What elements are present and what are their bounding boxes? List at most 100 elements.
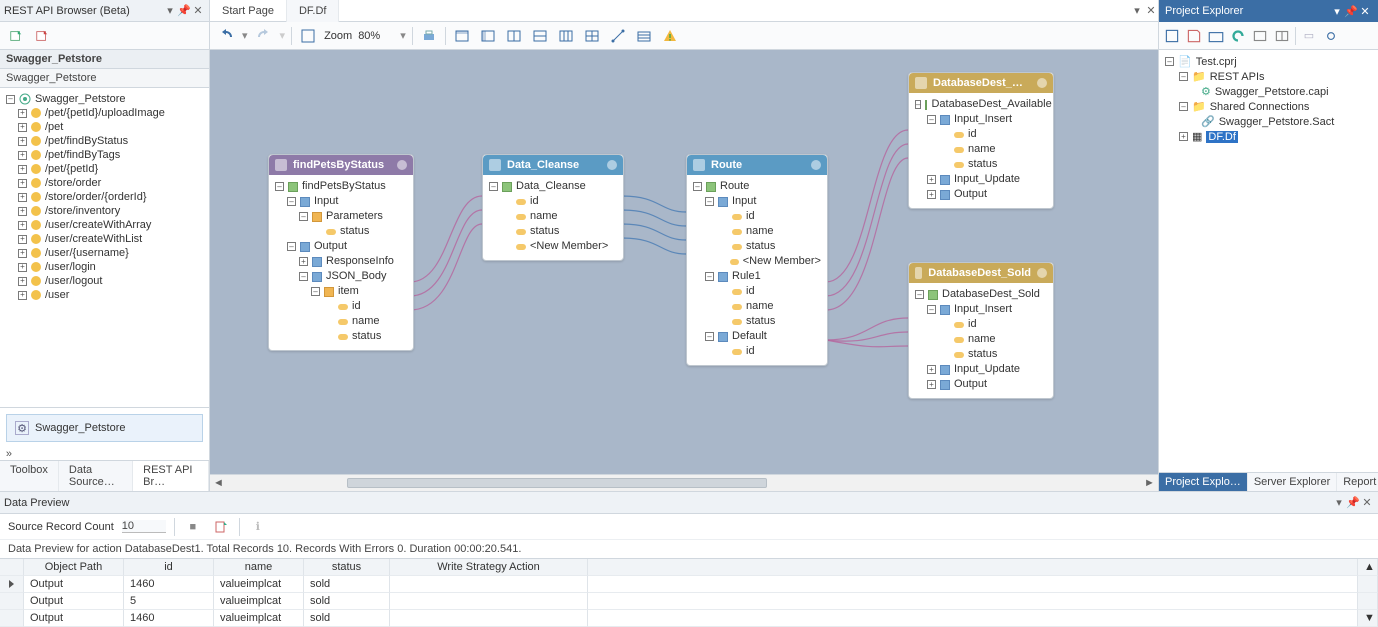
expand-icon[interactable]: –	[311, 287, 320, 296]
pin-icon[interactable]: 📌	[1344, 5, 1358, 18]
node-row[interactable]: –Data_Cleanse	[489, 179, 617, 194]
node-row[interactable]: id	[915, 127, 1047, 142]
tab-report-properties[interactable]: Report Prope…	[1337, 473, 1378, 491]
dropdown-icon[interactable]: ▾	[1332, 496, 1346, 509]
zoom-fit-button[interactable]	[298, 26, 318, 46]
cell[interactable]: Output	[24, 593, 124, 610]
node-row[interactable]: id	[915, 317, 1047, 332]
node-row[interactable]: status	[915, 347, 1047, 362]
node-menu-icon[interactable]	[1037, 268, 1047, 278]
node-row[interactable]: –Input_Insert	[915, 112, 1047, 127]
node-row[interactable]: –item	[275, 284, 407, 299]
expand-icon[interactable]: +	[18, 151, 27, 160]
expand-icon[interactable]: –	[693, 182, 702, 191]
overflow-icon[interactable]: »	[0, 448, 16, 460]
node-row[interactable]: id	[693, 284, 821, 299]
expand-icon[interactable]: –	[705, 332, 714, 341]
expand-icon[interactable]: –	[6, 95, 15, 104]
layout-4-button[interactable]	[530, 26, 550, 46]
col-name[interactable]: name	[214, 559, 304, 576]
col-status[interactable]: status	[304, 559, 390, 576]
expand-icon[interactable]: +	[18, 277, 27, 286]
layout-3-button[interactable]	[504, 26, 524, 46]
tree-endpoint[interactable]: +/user/{username}	[2, 246, 207, 260]
expand-icon[interactable]: +	[927, 365, 936, 374]
expand-icon[interactable]: +	[18, 291, 27, 300]
node-row[interactable]: name	[489, 209, 617, 224]
expand-icon[interactable]: +	[18, 109, 27, 118]
node-menu-icon[interactable]	[397, 160, 407, 170]
node-row[interactable]: –Route	[693, 179, 821, 194]
tree-endpoint[interactable]: +/user/createWithArray	[2, 218, 207, 232]
expand-icon[interactable]: –	[705, 272, 714, 281]
refresh-button[interactable]	[1229, 27, 1247, 45]
tree-endpoint[interactable]: +/store/order	[2, 176, 207, 190]
layout-6-button[interactable]	[582, 26, 602, 46]
expand-icon[interactable]: +	[18, 123, 27, 132]
node-row[interactable]: id	[275, 299, 407, 314]
view-2-button[interactable]	[1273, 27, 1291, 45]
tree-swagger-capi[interactable]: ⚙ Swagger_Petstore.capi	[1161, 84, 1376, 99]
expand-icon[interactable]: –	[927, 115, 936, 124]
zoom-value[interactable]: 80%	[358, 30, 394, 42]
cell[interactable]: sold	[304, 593, 390, 610]
node-row[interactable]: –Input_Insert	[915, 302, 1047, 317]
node-route[interactable]: Route –Route–Inputidnamestatus<New Membe…	[686, 154, 828, 366]
redo-button[interactable]	[254, 26, 274, 46]
expand-icon[interactable]: –	[299, 272, 308, 281]
tree-df-df[interactable]: + ▦ DF.Df	[1161, 129, 1376, 144]
col-write-strategy[interactable]: Write Strategy Action	[390, 559, 588, 576]
connector-button[interactable]	[608, 26, 628, 46]
tree-endpoint[interactable]: +/user/createWithList	[2, 232, 207, 246]
cell[interactable]: 1460	[124, 576, 214, 593]
node-dest-available[interactable]: DatabaseDest_Avai… –DatabaseDest_Availab…	[908, 72, 1054, 209]
expand-icon[interactable]: +	[18, 249, 27, 258]
node-row[interactable]: +Input_Update	[915, 362, 1047, 377]
cell[interactable]: 1460	[124, 610, 214, 627]
node-header[interactable]: DatabaseDest_Avai…	[909, 73, 1053, 93]
grid-scroll-down-icon[interactable]: ▼	[1358, 610, 1378, 627]
expand-icon[interactable]: –	[927, 305, 936, 314]
view-1-button[interactable]	[1251, 27, 1269, 45]
node-dest-sold[interactable]: DatabaseDest_Sold –DatabaseDest_Sold–Inp…	[908, 262, 1054, 399]
node-row[interactable]: +Output	[915, 187, 1047, 202]
expand-icon[interactable]: +	[927, 175, 936, 184]
node-row[interactable]: +Output	[915, 377, 1047, 392]
col-object-path[interactable]: Object Path	[24, 559, 124, 576]
node-row[interactable]: <New Member>	[489, 239, 617, 254]
node-menu-icon[interactable]	[811, 160, 821, 170]
node-row[interactable]: –Output	[275, 239, 407, 254]
node-row[interactable]: +Input_Update	[915, 172, 1047, 187]
node-menu-icon[interactable]	[1037, 78, 1047, 88]
cell[interactable]: Output	[24, 576, 124, 593]
cell[interactable]: sold	[304, 576, 390, 593]
tree-endpoint[interactable]: +/pet	[2, 120, 207, 134]
tree-shared-connections[interactable]: – 📁 Shared Connections	[1161, 99, 1376, 114]
expand-icon[interactable]: –	[915, 100, 921, 109]
scroll-thumb[interactable]	[347, 478, 767, 488]
tree-rest-apis[interactable]: – 📁 REST APIs	[1161, 69, 1376, 84]
scroll-right-icon[interactable]: ►	[1141, 477, 1158, 489]
tab-start-page[interactable]: Start Page	[210, 0, 287, 22]
tree-swagger-sact[interactable]: 🔗 Swagger_Petstore.Sact	[1161, 114, 1376, 129]
layout-2-button[interactable]	[478, 26, 498, 46]
expand-icon[interactable]: +	[1179, 132, 1188, 141]
pin-icon[interactable]: 📌	[177, 4, 191, 17]
export-button[interactable]	[211, 517, 231, 537]
tab-toolbox[interactable]: Toolbox	[0, 461, 59, 491]
tree-project-root[interactable]: – 📄 Test.cprj	[1161, 54, 1376, 69]
tab-df-df[interactable]: DF.Df	[287, 0, 340, 22]
node-row[interactable]: –JSON_Body	[275, 269, 407, 284]
grid-scroll-up-icon[interactable]: ▲	[1358, 559, 1378, 576]
tree-endpoint[interactable]: +/user/login	[2, 260, 207, 274]
canvas-horizontal-scrollbar[interactable]: ◄ ►	[210, 474, 1158, 491]
expand-icon[interactable]: +	[18, 207, 27, 216]
node-row[interactable]: –DatabaseDest_Available	[915, 97, 1047, 112]
save-button[interactable]	[1185, 27, 1203, 45]
cell[interactable]: valueimplcat	[214, 576, 304, 593]
tab-dropdown-icon[interactable]: ▾	[1130, 4, 1144, 17]
node-header[interactable]: Data_Cleanse	[483, 155, 623, 175]
expand-icon[interactable]: –	[299, 212, 308, 221]
expand-icon[interactable]: +	[299, 257, 308, 266]
expand-icon[interactable]: –	[1179, 102, 1188, 111]
